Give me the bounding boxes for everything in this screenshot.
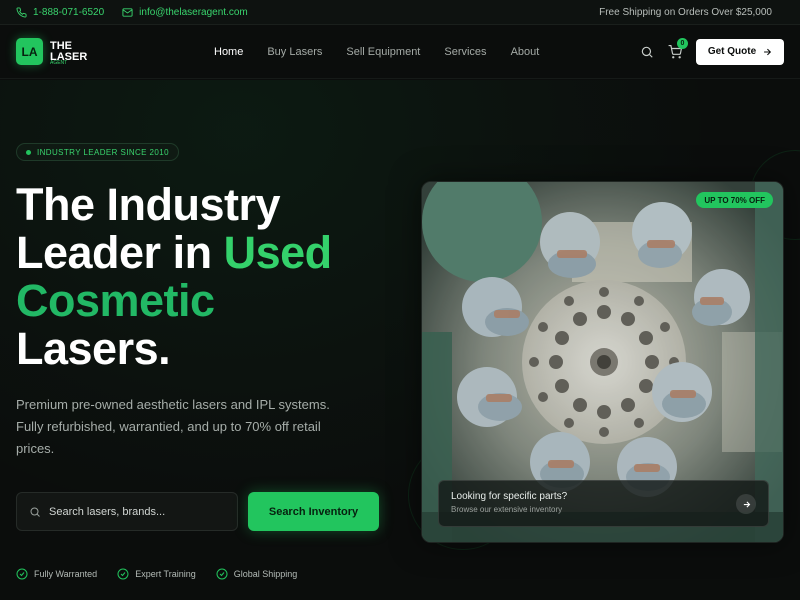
feature-item: Expert Training — [117, 568, 196, 580]
check-circle-icon — [16, 568, 28, 580]
parts-callout[interactable]: Looking for specific parts? Browse our e… — [438, 480, 769, 527]
nav-item-services[interactable]: Services — [444, 46, 486, 58]
feature-label: Fully Warranted — [34, 569, 98, 579]
arrow-right-icon[interactable] — [736, 494, 756, 514]
industry-leader-pill: INDUSTRY LEADER SINCE 2010 — [16, 143, 179, 161]
hero-search — [16, 492, 238, 531]
feature-label: Global Shipping — [233, 569, 298, 579]
cart-icon[interactable]: 0 — [668, 37, 688, 59]
phone-number: 1-888-071-6520 — [33, 6, 105, 18]
headline-line-2b: Used — [223, 227, 333, 278]
headline-line-4: Lasers. — [16, 323, 171, 374]
logo-badge: LA — [16, 38, 43, 65]
main-nav: LA THE LASER AGENT Home Buy Lasers Sell E… — [0, 25, 800, 79]
nav-item-about[interactable]: About — [511, 46, 540, 58]
search-icon[interactable] — [640, 45, 654, 59]
discount-badge: UP TO 70% OFF — [696, 192, 773, 208]
nav-actions: 0 Get Quote — [640, 37, 784, 65]
nav-item-home[interactable]: Home — [214, 46, 243, 58]
arrow-right-icon — [764, 48, 772, 55]
hero-subcopy: Premium pre-owned aesthetic lasers and I… — [16, 397, 330, 456]
phone-link[interactable]: 1-888-071-6520 — [16, 7, 104, 18]
get-quote-label: Get Quote — [707, 46, 757, 57]
pill-label: INDUSTRY LEADER SINCE 2010 — [37, 147, 169, 157]
status-dot — [26, 149, 31, 155]
feature-list: Fully Warranted Expert Training Global S… — [16, 568, 297, 580]
feature-item: Global Shipping — [216, 568, 298, 580]
logo[interactable]: LA THE LASER AGENT — [16, 38, 216, 66]
get-quote-button[interactable]: Get Quote — [696, 38, 784, 65]
logo-tagline: AGENT — [50, 59, 68, 66]
mail-icon — [122, 7, 133, 17]
shipping-notice: Free Shipping on Orders Over $25,000 — [599, 6, 772, 18]
top-bar: 1-888-071-6520 info@thelaseragent.com Fr… — [0, 0, 800, 25]
headline-line-1: The Industry — [16, 179, 281, 230]
search-input[interactable] — [49, 505, 219, 518]
hero-headline: The Industry Leader in Used Cosmetic Las… — [16, 181, 396, 373]
search-inventory-button[interactable]: Search Inventory — [248, 492, 379, 531]
feature-label: Expert Training — [135, 569, 196, 579]
parts-title: Looking for specific parts? — [451, 491, 568, 502]
email-address: info@thelaseragent.com — [139, 6, 248, 18]
search-icon — [30, 507, 40, 517]
feature-item: Fully Warranted — [16, 568, 97, 580]
phone-icon — [16, 6, 27, 17]
headline-line-2a: Leader in — [16, 227, 224, 278]
check-circle-icon — [117, 568, 129, 580]
email-link[interactable]: info@thelaseragent.com — [122, 7, 248, 18]
headline-line-3: Cosmetic — [16, 275, 215, 326]
parts-subtitle: Browse our extensive inventory — [451, 505, 563, 514]
nav-menu: Home Buy Lasers Sell Equipment Services … — [214, 46, 539, 58]
nav-item-buy-lasers[interactable]: Buy Lasers — [267, 46, 322, 58]
nav-item-sell-equipment[interactable]: Sell Equipment — [346, 46, 420, 58]
logo-text: THE LASER AGENT — [50, 40, 87, 66]
check-circle-icon — [216, 568, 228, 580]
cart-count-badge: 0 — [677, 37, 688, 49]
hero-image-card: UP TO 70% OFF Looking for specific parts… — [421, 181, 784, 543]
